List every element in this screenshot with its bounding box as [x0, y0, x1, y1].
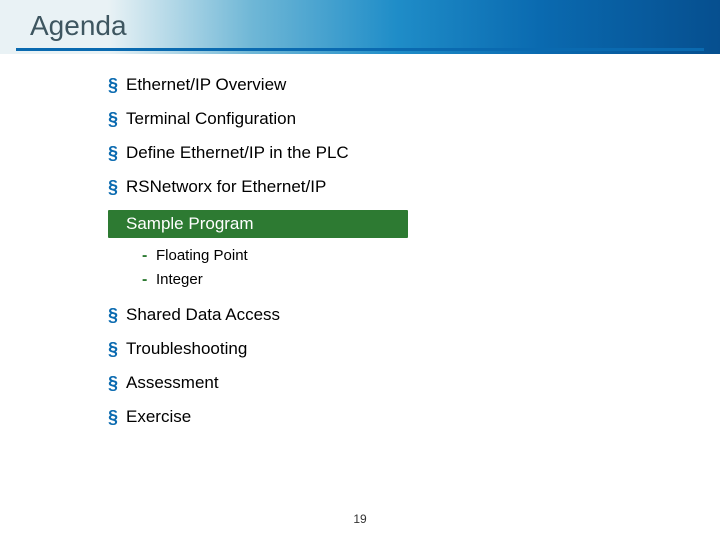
agenda-item: § Assessment	[108, 372, 608, 394]
dash-bullet-icon: -	[142, 270, 156, 290]
agenda-item-label: Sample Program	[126, 214, 254, 233]
agenda-subitem: - Floating Point	[142, 246, 608, 266]
title-underline	[16, 48, 704, 51]
agenda-subitem-label: Floating Point	[156, 246, 248, 266]
agenda-item-highlighted: Sample Program	[108, 210, 408, 238]
square-bullet-icon: §	[108, 142, 126, 164]
square-bullet-icon: §	[108, 176, 126, 198]
agenda-item: § Troubleshooting	[108, 338, 608, 360]
agenda-item-label: Terminal Configuration	[126, 108, 296, 130]
dash-bullet-icon: -	[142, 246, 156, 266]
agenda-subitem-label: Integer	[156, 270, 203, 290]
page-number: 19	[0, 512, 720, 526]
content-area: § Ethernet/IP Overview § Terminal Config…	[108, 74, 608, 440]
square-bullet-icon: §	[108, 304, 126, 326]
agenda-item-label: Define Ethernet/IP in the PLC	[126, 142, 349, 164]
agenda-item: § Ethernet/IP Overview	[108, 74, 608, 96]
agenda-item-label: Assessment	[126, 372, 219, 394]
square-bullet-icon: §	[108, 338, 126, 360]
agenda-item-label: RSNetworx for Ethernet/IP	[126, 176, 326, 198]
square-bullet-icon: §	[108, 372, 126, 394]
slide: Agenda § Ethernet/IP Overview § Terminal…	[0, 0, 720, 540]
square-bullet-icon: §	[108, 406, 126, 428]
agenda-item: § Exercise	[108, 406, 608, 428]
agenda-item-label: Ethernet/IP Overview	[126, 74, 286, 96]
agenda-item: § Terminal Configuration	[108, 108, 608, 130]
agenda-subitem: - Integer	[142, 270, 608, 290]
agenda-item-label: Exercise	[126, 406, 191, 428]
slide-title: Agenda	[30, 10, 127, 42]
agenda-item: § RSNetworx for Ethernet/IP	[108, 176, 608, 198]
square-bullet-icon: §	[108, 74, 126, 96]
agenda-item: § Shared Data Access	[108, 304, 608, 326]
square-bullet-icon: §	[108, 108, 126, 130]
agenda-sublist: - Floating Point - Integer	[142, 246, 608, 290]
agenda-item-label: Shared Data Access	[126, 304, 280, 326]
agenda-item-label: Troubleshooting	[126, 338, 247, 360]
agenda-item: § Define Ethernet/IP in the PLC	[108, 142, 608, 164]
